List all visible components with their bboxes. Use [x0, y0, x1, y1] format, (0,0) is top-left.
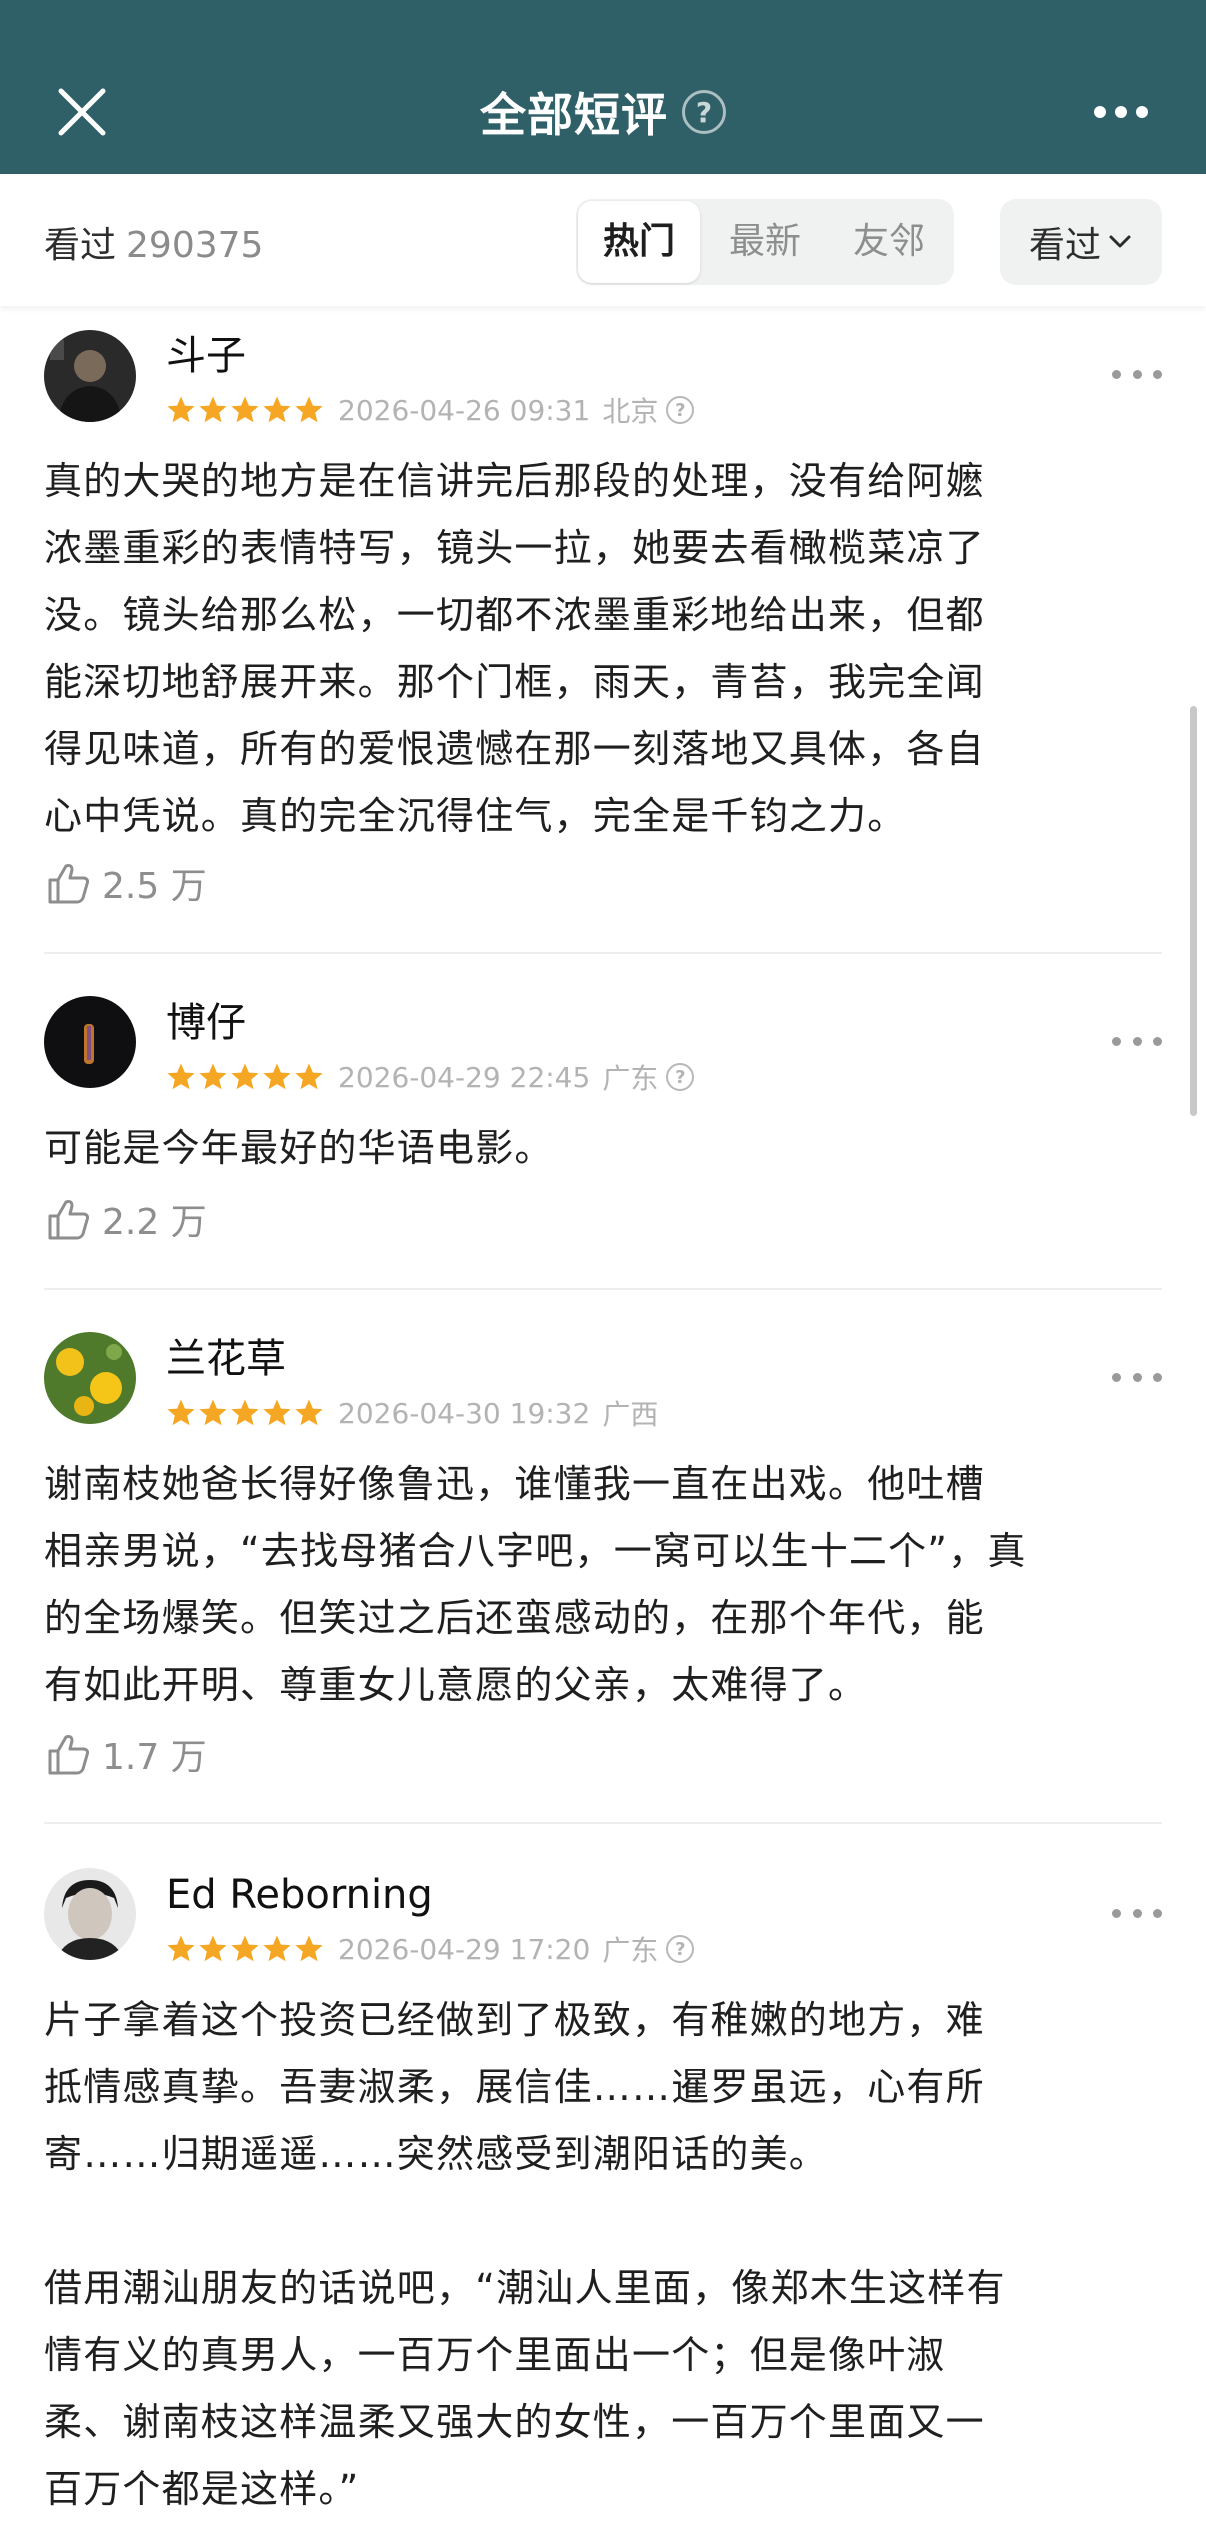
- star-icon: [199, 1935, 227, 1962]
- rating-stars: [166, 1062, 324, 1092]
- comment-date: 2026-04-26 09:31: [338, 393, 591, 427]
- avatar[interactable]: [44, 1332, 136, 1424]
- rating-stars: [166, 1934, 324, 1964]
- comment-text: 谢南枝她爸长得好像鲁迅，谁懂我一直在出戏。他吐槽 相亲男说，“去找母猪合八字吧，…: [44, 1462, 1027, 1707]
- star-icon: [231, 1935, 259, 1962]
- thumbs-up-icon: [48, 864, 90, 904]
- star-icon: [231, 1063, 259, 1090]
- comment-date: 2026-04-29 17:20: [338, 1932, 591, 1966]
- info-icon[interactable]: ?: [666, 1063, 695, 1091]
- star-icon: [231, 1399, 259, 1426]
- rating-stars: [166, 395, 324, 425]
- watched-count-number: 290375: [126, 225, 264, 266]
- thumbs-up-icon: [48, 1200, 90, 1240]
- comment-meta: 2026-04-29 17:20 广东 ?: [166, 1929, 695, 1969]
- top-bar: 全部短评 ?: [0, 0, 1206, 174]
- username[interactable]: 博仔: [166, 999, 246, 1047]
- star-icon: [295, 396, 323, 423]
- comment-location: 广东: [602, 1934, 659, 1967]
- star-icon: [295, 1399, 323, 1426]
- watched-label: 看过: [44, 225, 117, 266]
- title-wrap: 全部短评 ?: [0, 80, 1206, 144]
- comment-menu-button[interactable]: [1112, 362, 1162, 386]
- comment-date: 2026-04-30 19:32: [338, 1396, 591, 1430]
- username[interactable]: 兰花草: [166, 1335, 286, 1383]
- more-options-button[interactable]: [1086, 84, 1156, 140]
- star-icon: [167, 1063, 195, 1090]
- tab-friends[interactable]: 友邻: [828, 199, 950, 285]
- thumbs-up-icon: [48, 1735, 90, 1775]
- divider: [44, 1288, 1162, 1290]
- star-icon: [263, 1399, 291, 1426]
- username[interactable]: Ed Reborning: [166, 1871, 433, 1919]
- comment-text: 可能是今年最好的华语电影。: [44, 1126, 554, 1170]
- rating-stars: [166, 1398, 324, 1428]
- comment-location: 广东: [602, 1062, 659, 1095]
- like-button[interactable]: 2.5 万: [46, 858, 207, 908]
- star-icon: [167, 1399, 195, 1426]
- chevron-down-icon: [1109, 235, 1131, 248]
- avatar[interactable]: [44, 996, 136, 1088]
- star-icon: [295, 1063, 323, 1090]
- avatar[interactable]: [44, 1868, 136, 1960]
- status-dropdown[interactable]: 看过: [1000, 199, 1162, 285]
- tab-hot[interactable]: 热门: [578, 201, 700, 283]
- like-count: 2.2 万: [102, 1202, 207, 1243]
- watched-count: 看过 290375: [44, 216, 263, 268]
- page-title: 全部短评: [480, 88, 668, 142]
- star-icon: [263, 396, 291, 423]
- avatar[interactable]: [44, 330, 136, 422]
- comment-location: 北京: [602, 395, 659, 428]
- info-icon[interactable]: ?: [666, 1935, 695, 1963]
- star-icon: [199, 1399, 227, 1426]
- info-icon[interactable]: ?: [666, 396, 695, 424]
- like-count: 2.5 万: [102, 866, 207, 907]
- comment-menu-button[interactable]: [1112, 1029, 1162, 1053]
- comment-meta: 2026-04-30 19:32 广西: [166, 1393, 658, 1433]
- status-dropdown-label: 看过: [1028, 225, 1101, 266]
- comment-date: 2026-04-29 22:45: [338, 1060, 591, 1094]
- star-icon: [231, 396, 259, 423]
- comment-location: 广西: [602, 1398, 659, 1431]
- star-icon: [295, 1935, 323, 1962]
- divider: [44, 1822, 1162, 1824]
- like-count: 1.7 万: [102, 1737, 207, 1778]
- comment-meta: 2026-04-26 09:31 北京 ?: [166, 390, 695, 430]
- star-icon: [263, 1935, 291, 1962]
- more-icon: [1094, 106, 1106, 118]
- comment-text: 真的大哭的地方是在信讲完后那段的处理，没有给阿嬷 浓墨重彩的表情特写，镜头一拉，…: [44, 459, 985, 838]
- star-icon: [199, 1063, 227, 1090]
- comment-menu-button[interactable]: [1112, 1901, 1162, 1925]
- star-icon: [167, 396, 195, 423]
- like-button[interactable]: 1.7 万: [46, 1729, 207, 1779]
- help-icon[interactable]: ?: [682, 90, 726, 134]
- comment-menu-button[interactable]: [1112, 1365, 1162, 1389]
- comment-meta: 2026-04-29 22:45 广东 ?: [166, 1057, 695, 1097]
- star-icon: [263, 1063, 291, 1090]
- tab-latest[interactable]: 最新: [704, 199, 826, 285]
- comment-text: 片子拿着这个投资已经做到了极致，有稚嫩的地方，难 抵情感真挚。吾妻淑柔，展信佳……: [44, 1998, 1006, 2511]
- scrollbar[interactable]: [1190, 706, 1197, 1116]
- divider: [44, 952, 1162, 954]
- star-icon: [199, 396, 227, 423]
- username[interactable]: 斗子: [166, 332, 246, 380]
- like-button[interactable]: 2.2 万: [46, 1194, 207, 1244]
- sort-tabs: 热门 最新 友邻: [576, 199, 954, 285]
- star-icon: [167, 1935, 195, 1962]
- filter-bar: 看过 290375 热门 最新 友邻 看过: [0, 174, 1206, 306]
